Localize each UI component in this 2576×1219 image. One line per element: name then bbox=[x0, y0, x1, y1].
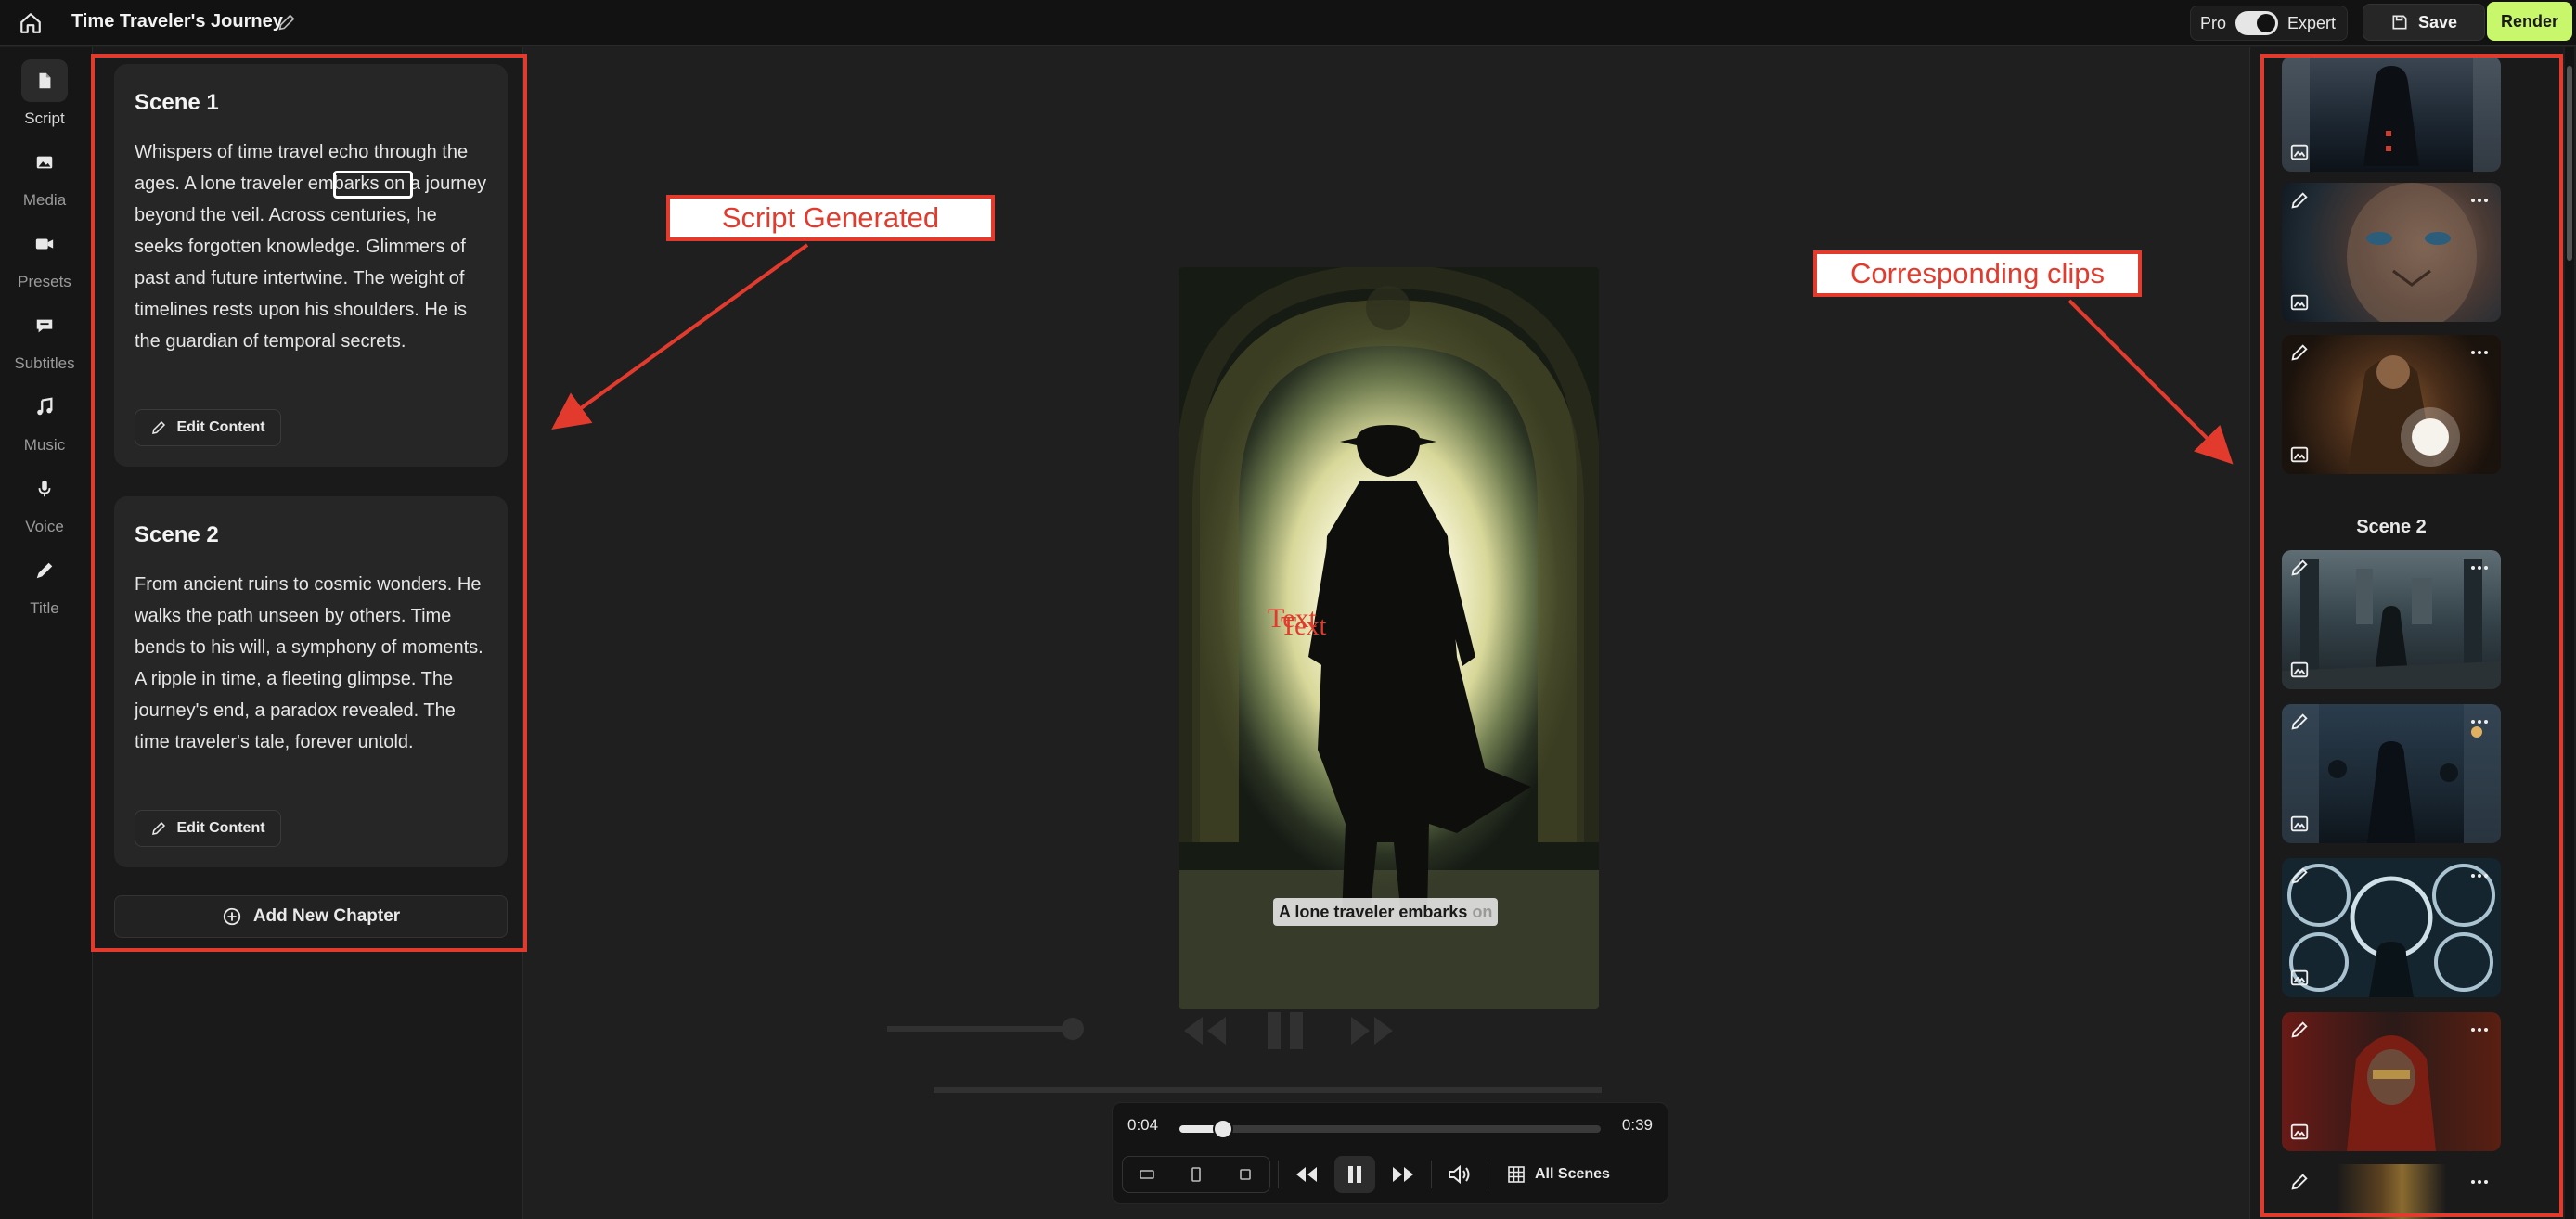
rail-label: Voice bbox=[25, 518, 64, 535]
rail-item-voice[interactable]: Voice bbox=[0, 465, 89, 539]
rewind-icon bbox=[1296, 1167, 1317, 1182]
seek-handle[interactable] bbox=[1212, 1119, 1233, 1139]
rail-item-media[interactable]: Media bbox=[0, 138, 89, 212]
microphone-icon bbox=[38, 480, 51, 497]
mode-toggle[interactable] bbox=[2235, 11, 2279, 35]
pencil-icon[interactable] bbox=[277, 12, 297, 32]
all-scenes-button[interactable]: All Scenes bbox=[1496, 1156, 1621, 1193]
rail-item-script[interactable]: Script bbox=[0, 57, 89, 131]
rail-label: Title bbox=[30, 599, 59, 617]
render-button[interactable]: Render bbox=[2487, 2, 2572, 41]
separator bbox=[1431, 1161, 1432, 1188]
current-time: 0:04 bbox=[1127, 1116, 1159, 1134]
tool-rail: Script Media Presets Subtitles Music Voi… bbox=[0, 47, 93, 1219]
clips-scrollbar[interactable] bbox=[2565, 47, 2574, 1219]
script-icon bbox=[39, 72, 51, 89]
pause-button[interactable] bbox=[1334, 1156, 1375, 1193]
rail-label: Script bbox=[24, 109, 65, 127]
seek-bar[interactable] bbox=[1179, 1119, 1601, 1139]
subtitle-caption[interactable]: A lone traveler embarks on bbox=[1273, 898, 1499, 926]
grid-icon bbox=[1508, 1166, 1525, 1183]
volume-button[interactable] bbox=[1439, 1156, 1480, 1193]
floppy-disk-icon bbox=[2392, 15, 2407, 30]
arrow-to-clips bbox=[2067, 299, 2234, 465]
top-bar: Time Traveler's Journey Pro Expert Save … bbox=[0, 0, 2576, 46]
portrait-rect-icon bbox=[1191, 1167, 1201, 1182]
mode-pro-label: Pro bbox=[2200, 13, 2227, 32]
rail-item-title[interactable]: Title bbox=[0, 546, 89, 621]
rail-item-presets[interactable]: Presets bbox=[0, 220, 89, 294]
rail-label: Music bbox=[23, 436, 66, 454]
camera-icon bbox=[35, 238, 54, 250]
script-generated-callout: Script Generated bbox=[666, 195, 995, 241]
arrow-to-script bbox=[551, 243, 809, 430]
save-button[interactable]: Save bbox=[2363, 4, 2485, 41]
music-note-icon bbox=[37, 397, 53, 416]
caption-active-words: A lone traveler embarks bbox=[1279, 902, 1468, 921]
aspect-portrait-button[interactable] bbox=[1176, 1156, 1217, 1193]
word-highlight-box bbox=[333, 171, 413, 199]
aspect-landscape-button[interactable] bbox=[1127, 1156, 1167, 1193]
square-rect-icon bbox=[1239, 1169, 1251, 1180]
mode-expert-label: Expert bbox=[2287, 13, 2337, 32]
home-button[interactable] bbox=[17, 9, 45, 37]
separator bbox=[1278, 1161, 1279, 1188]
rail-label: Media bbox=[22, 191, 67, 209]
fast-forward-icon bbox=[1393, 1167, 1413, 1182]
caption-upcoming-word: on bbox=[1472, 902, 1493, 921]
mode-switch: Pro Expert bbox=[2190, 6, 2348, 41]
app-root: Time Traveler's Journey Pro Expert Save … bbox=[0, 0, 2576, 1219]
rail-label: Subtitles bbox=[14, 354, 75, 372]
scrollbar-thumb[interactable] bbox=[2567, 66, 2572, 261]
landscape-rect-icon bbox=[1140, 1170, 1155, 1179]
all-scenes-label: All Scenes bbox=[1535, 1166, 1610, 1182]
chat-icon bbox=[36, 319, 53, 333]
fast-forward-button[interactable] bbox=[1383, 1156, 1423, 1193]
aspect-square-button[interactable] bbox=[1225, 1156, 1266, 1193]
image-icon bbox=[36, 156, 53, 169]
total-time: 0:39 bbox=[1621, 1116, 1653, 1134]
control-row: All Scenes bbox=[1122, 1155, 1621, 1194]
rail-label: Presets bbox=[18, 273, 71, 290]
text-overlay-2[interactable]: Text bbox=[1281, 612, 1326, 642]
player-controls: 0:04 0:39 All Scenes bbox=[1112, 1102, 1668, 1204]
corresponding-clips-callout: Corresponding clips bbox=[1813, 250, 2142, 297]
aspect-ratio-group bbox=[1122, 1156, 1270, 1193]
script-highlight-box bbox=[91, 54, 527, 952]
pen-icon bbox=[36, 562, 53, 579]
ghost-controls-reflection bbox=[887, 1012, 1602, 1093]
pause-icon bbox=[1348, 1166, 1361, 1183]
home-icon bbox=[20, 13, 41, 33]
project-title[interactable]: Time Traveler's Journey bbox=[71, 11, 283, 32]
rewind-button[interactable] bbox=[1286, 1156, 1327, 1193]
speaker-volume-icon bbox=[1449, 1164, 1470, 1185]
clips-highlight-box bbox=[2260, 54, 2563, 1217]
save-label: Save bbox=[2417, 12, 2458, 32]
rail-item-subtitles[interactable]: Subtitles bbox=[0, 302, 89, 376]
rail-item-music[interactable]: Music bbox=[0, 383, 89, 457]
